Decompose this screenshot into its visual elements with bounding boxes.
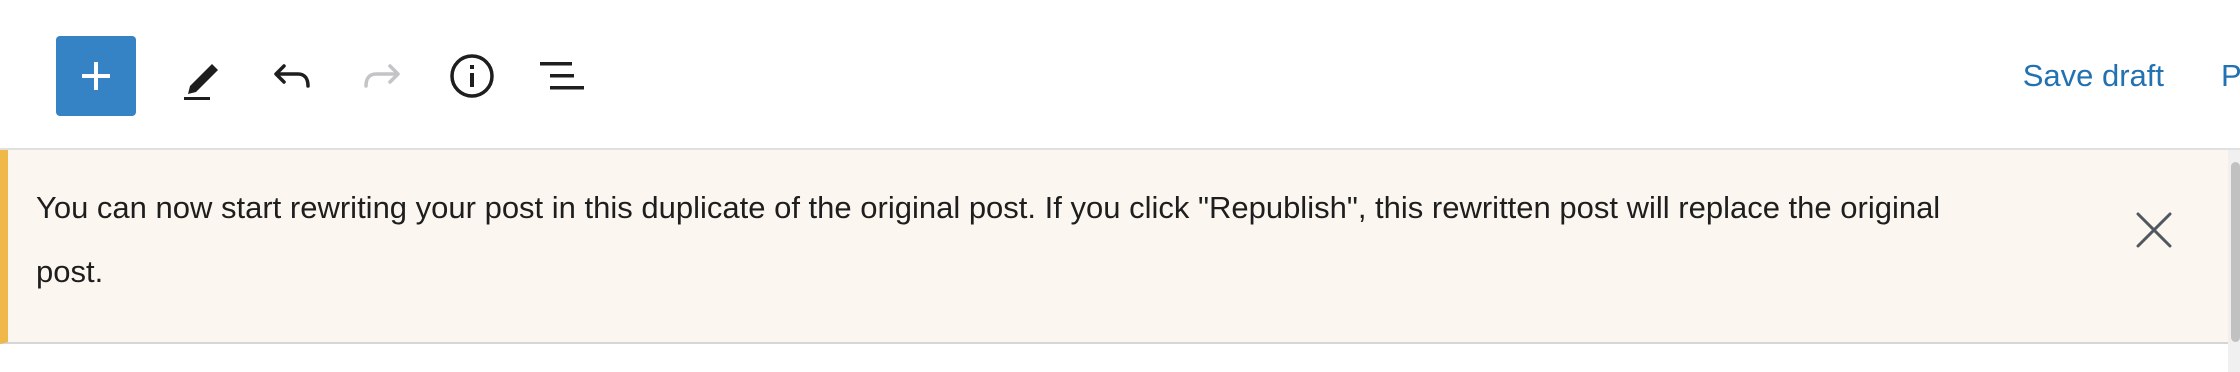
scrollbar-thumb[interactable]	[2231, 162, 2240, 342]
rewrite-notice: You can now start rewriting your post in…	[0, 150, 2228, 344]
notice-message: You can now start rewriting your post in…	[36, 190, 1941, 289]
publish-button[interactable]: P	[2221, 54, 2240, 98]
list-view-icon	[540, 62, 584, 90]
undo-icon	[274, 64, 310, 88]
pencil-icon	[184, 64, 218, 100]
undo-button[interactable]	[252, 36, 332, 116]
vertical-scrollbar[interactable]	[2228, 150, 2240, 372]
dismiss-notice-button[interactable]	[2124, 200, 2184, 260]
close-icon	[2136, 212, 2172, 248]
save-draft-button[interactable]: Save draft	[2023, 54, 2164, 98]
add-block-button[interactable]	[56, 36, 136, 116]
info-icon	[450, 54, 494, 98]
tools-button[interactable]	[162, 36, 242, 116]
editor-toolbar: Save draft P	[0, 0, 2240, 150]
list-view-button[interactable]	[522, 36, 602, 116]
details-button[interactable]	[432, 36, 512, 116]
plus-icon	[82, 62, 110, 90]
editor-page: Save draft P You can now start rewriting…	[0, 0, 2240, 372]
redo-icon	[364, 64, 400, 88]
redo-button[interactable]	[342, 36, 422, 116]
